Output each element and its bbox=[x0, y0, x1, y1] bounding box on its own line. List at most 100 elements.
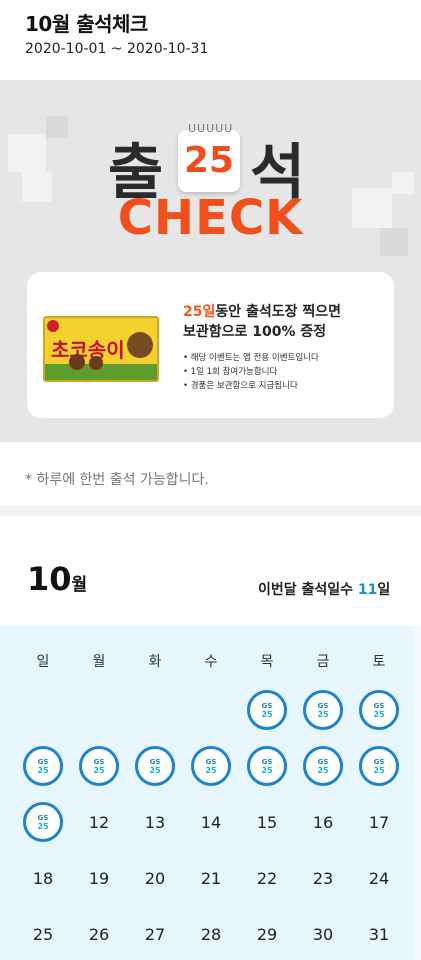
stamp-line-2: 25 bbox=[205, 765, 217, 775]
prize-line-1: 25일동안 출석도장 찍으면 bbox=[183, 302, 388, 322]
calendar-day[interactable]: 23 bbox=[295, 850, 351, 906]
calendar-day-stamped[interactable]: GS 25 bbox=[183, 738, 239, 794]
calendar-day[interactable]: 27 bbox=[127, 906, 183, 960]
calendar-icon: ᑌᑌᑌᑌᑌ 25 bbox=[178, 122, 240, 192]
prize-line-1-rest: 동안 출석도장 찍으면 bbox=[215, 304, 342, 320]
notice-section: * 하루에 한번 출석 가능합니다. bbox=[0, 442, 421, 516]
stamp-line-1: GS bbox=[373, 701, 385, 710]
calendar-day[interactable]: 12 bbox=[71, 794, 127, 850]
prize-card: 초코송이 25일동안 출석도장 찍으면 보관함으로 100% 증정 • 해당 이… bbox=[27, 272, 394, 418]
calendar-day[interactable]: 15 bbox=[239, 794, 295, 850]
stamp-line-2: 25 bbox=[37, 821, 49, 831]
calendar-day[interactable]: 25 bbox=[15, 906, 71, 960]
weekday-label: 월 bbox=[92, 654, 106, 670]
notice-text: * 하루에 한번 출석 가능합니다. bbox=[25, 472, 209, 488]
page-title: 10월 출석체크 bbox=[25, 12, 148, 36]
event-note: • 1일 1회 참여가능합니다 bbox=[183, 367, 278, 377]
calendar-day-empty bbox=[127, 682, 183, 738]
calendar-week: 18 19 20 21 22 23 24 bbox=[15, 850, 407, 906]
event-period: 2020-10-01 ~ 2020-10-31 bbox=[25, 41, 209, 57]
attendance-calendar: 일 월 화 수 목 금 토 GS 25 GS 25 GS 25 GS 25 GS 25 GS 25 GS… bbox=[0, 626, 421, 960]
calendar-day-stamped[interactable]: GS 25 bbox=[239, 682, 295, 738]
weekday-label: 금 bbox=[316, 654, 330, 670]
calendar-day[interactable]: 28 bbox=[183, 906, 239, 960]
calendar-day-empty bbox=[183, 682, 239, 738]
calendar-day[interactable]: 30 bbox=[295, 906, 351, 960]
calendar-day[interactable]: 24 bbox=[351, 850, 407, 906]
stamp-line-2: 25 bbox=[37, 765, 49, 775]
stamp-line-1: GS bbox=[205, 757, 217, 766]
calendar-day-empty bbox=[71, 682, 127, 738]
calendar-day[interactable]: 20 bbox=[127, 850, 183, 906]
stamp-line-1: GS bbox=[37, 757, 49, 766]
stamp-line-1: GS bbox=[93, 757, 105, 766]
calendar-day-stamped[interactable]: GS 25 bbox=[239, 738, 295, 794]
stamp-line-1: GS bbox=[149, 757, 161, 766]
stamp-line-2: 25 bbox=[317, 709, 329, 719]
stamp-line-2: 25 bbox=[373, 709, 385, 719]
stamp-line-2: 25 bbox=[149, 765, 161, 775]
attendance-count-label: 이번달 출석일수 bbox=[258, 582, 358, 598]
calendar-day-stamped[interactable]: GS 25 bbox=[127, 738, 183, 794]
gs25-stamp-icon: GS 25 bbox=[359, 690, 399, 730]
calendar-day[interactable]: 29 bbox=[239, 906, 295, 960]
calendar-day-stamped[interactable]: GS 25 bbox=[295, 682, 351, 738]
prize-description: 25일동안 출석도장 찍으면 보관함으로 100% 증정 • 해당 이벤트는 앱… bbox=[183, 302, 388, 393]
stamp-line-2: 25 bbox=[261, 709, 273, 719]
calendar-icon-day: 25 bbox=[183, 140, 235, 181]
stamp-line-1: GS bbox=[37, 813, 49, 822]
calendar-day-empty bbox=[15, 682, 71, 738]
calendar-day-stamped[interactable]: GS 25 bbox=[15, 738, 71, 794]
weekday-label: 토 bbox=[372, 654, 386, 670]
stamp-line-1: GS bbox=[373, 757, 385, 766]
stamp-line-1: GS bbox=[261, 701, 273, 710]
scroll-edge bbox=[413, 626, 421, 960]
calendar-day[interactable]: 18 bbox=[15, 850, 71, 906]
mushroom-icon bbox=[89, 356, 103, 370]
attendance-logo: 출 ᑌᑌᑌᑌᑌ 25 석 bbox=[0, 122, 421, 208]
prize-highlight: 25일 bbox=[183, 304, 216, 320]
calendar-day-stamped[interactable]: GS 25 bbox=[351, 738, 407, 794]
gs25-stamp-icon: GS 25 bbox=[247, 690, 287, 730]
event-notes: • 해당 이벤트는 앱 전용 이벤트입니다 • 1일 1회 참여가능합니다 • … bbox=[183, 351, 388, 393]
calendar-week: GS 25 GS 25 GS 25 GS 25 GS 25 GS 25 GS 25 bbox=[15, 738, 407, 794]
gs25-stamp-icon: GS 25 bbox=[303, 746, 343, 786]
calendar-day[interactable]: 14 bbox=[183, 794, 239, 850]
event-note: • 경품은 보관함으로 지급됩니다 bbox=[183, 381, 298, 391]
month-title: 10월 bbox=[27, 560, 87, 598]
product-name: 초코송이 bbox=[51, 338, 125, 362]
calendar-day[interactable]: 16 bbox=[295, 794, 351, 850]
brand-logo-icon bbox=[47, 320, 59, 332]
gs25-stamp-icon: GS 25 bbox=[23, 746, 63, 786]
stamp-line-2: 25 bbox=[317, 765, 329, 775]
calendar-day-stamped[interactable]: GS 25 bbox=[351, 682, 407, 738]
gs25-stamp-icon: GS 25 bbox=[135, 746, 175, 786]
calendar-day[interactable]: 19 bbox=[71, 850, 127, 906]
calendar-day[interactable]: 13 bbox=[127, 794, 183, 850]
month-section: 10월 이번달 출석일수 11일 일 월 화 수 목 금 토 GS 25 GS 25 G… bbox=[0, 526, 421, 960]
calendar-day[interactable]: 22 bbox=[239, 850, 295, 906]
stamp-line-1: GS bbox=[261, 757, 273, 766]
attendance-count-suffix: 일 bbox=[377, 582, 391, 598]
calendar-day[interactable]: 17 bbox=[351, 794, 407, 850]
product-image: 초코송이 bbox=[43, 316, 159, 382]
calendar-day-stamped[interactable]: GS 25 bbox=[15, 794, 71, 850]
weekday-label: 목 bbox=[260, 654, 274, 670]
stamp-line-1: GS bbox=[317, 701, 329, 710]
calendar-day[interactable]: 26 bbox=[71, 906, 127, 960]
stamp-line-1: GS bbox=[317, 757, 329, 766]
stamp-line-2: 25 bbox=[93, 765, 105, 775]
month-number: 10 bbox=[27, 560, 72, 598]
calendar-day[interactable]: 21 bbox=[183, 850, 239, 906]
calendar-day-stamped[interactable]: GS 25 bbox=[71, 738, 127, 794]
gs25-stamp-icon: GS 25 bbox=[359, 746, 399, 786]
stamp-line-2: 25 bbox=[261, 765, 273, 775]
calendar-rings-icon: ᑌᑌᑌᑌᑌ bbox=[188, 122, 234, 135]
stamp-line-2: 25 bbox=[373, 765, 385, 775]
calendar-day[interactable]: 31 bbox=[351, 906, 407, 960]
calendar-day-stamped[interactable]: GS 25 bbox=[295, 738, 351, 794]
attendance-count-number: 11 bbox=[357, 582, 378, 598]
event-note: • 해당 이벤트는 앱 전용 이벤트입니다 bbox=[183, 353, 319, 363]
weekday-header: 일 월 화 수 목 금 토 bbox=[15, 642, 407, 682]
calendar-week: GS 25 GS 25 GS 25 bbox=[15, 682, 407, 738]
